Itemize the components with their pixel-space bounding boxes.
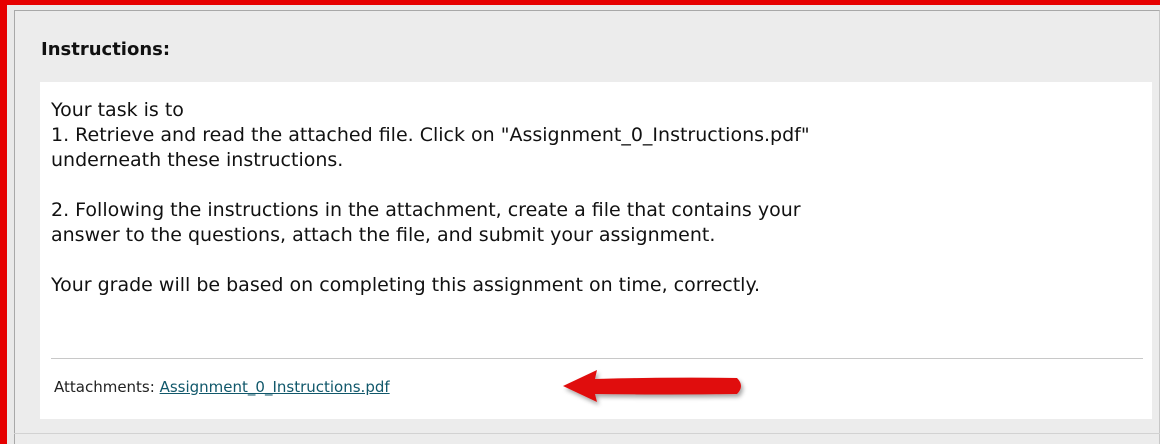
divider xyxy=(51,358,1143,359)
grade-line: Your grade will be based on completing t… xyxy=(51,274,761,296)
highlight-frame: Instructions: Your task is to 1. Retriev… xyxy=(0,0,1160,444)
instructions-body: Your task is to 1. Retrieve and read the… xyxy=(51,98,1136,298)
panel-bottom-line xyxy=(14,433,1160,434)
step1-line-1: 1. Retrieve and read the attached file. … xyxy=(51,124,810,146)
instructions-heading: Instructions: xyxy=(41,39,171,60)
attachments-row: Attachments: Assignment_0_Instructions.p… xyxy=(54,378,390,396)
step2-line-1: 2. Following the instructions in the att… xyxy=(51,199,801,221)
intro-line: Your task is to xyxy=(51,99,184,121)
attachments-label: Attachments: xyxy=(54,378,155,396)
step2-line-2: answer to the questions, attach the file… xyxy=(51,224,716,246)
attachment-link[interactable]: Assignment_0_Instructions.pdf xyxy=(160,378,390,396)
step1-line-2: underneath these instructions. xyxy=(51,149,344,171)
red-arrow-icon xyxy=(563,370,741,402)
